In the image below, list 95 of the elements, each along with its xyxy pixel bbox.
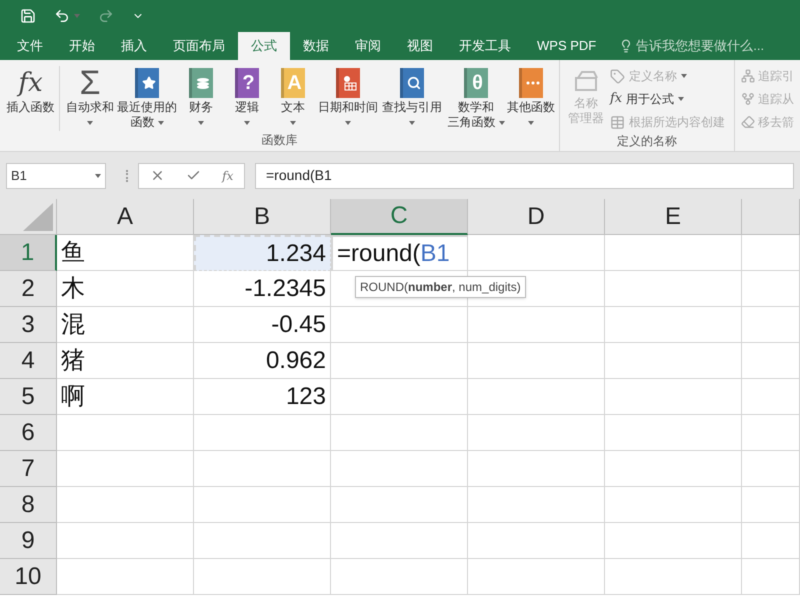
button-label: 自动求和 [66, 100, 114, 115]
ribbon-button[interactable]: θ 数学和 三角函数 [444, 66, 508, 131]
table-cell: -1.2345 [194, 271, 331, 307]
ribbon-tab[interactable]: 审阅 [342, 32, 394, 60]
ribbon-tab[interactable]: 开始 [56, 32, 108, 60]
row-header[interactable]: 3 [0, 307, 57, 343]
column-header[interactable]: A [57, 199, 194, 235]
eraser-icon [741, 115, 755, 129]
table-cell [742, 343, 800, 379]
table-cell: 1.234 [194, 235, 331, 271]
button-label: 数学和 [458, 100, 494, 115]
button-label: 文本 [281, 100, 305, 115]
ribbon-button[interactable]: fx 插入函数 [2, 66, 60, 131]
table-cell [742, 235, 800, 271]
function-icon: fx [18, 67, 43, 99]
save-icon[interactable] [20, 8, 36, 24]
ribbon-tab[interactable]: 数据 [290, 32, 342, 60]
redo-icon[interactable] [98, 8, 114, 24]
cell-reference: B1 [11, 166, 27, 185]
table-icon [610, 114, 625, 130]
tell-me-field[interactable]: 告诉我您想要做什么... [619, 32, 786, 60]
insert-function-icon[interactable]: fx [222, 166, 234, 184]
button-label: 函数 [130, 115, 154, 130]
ribbon-button[interactable]: 最近使用的 函数 [116, 66, 178, 131]
ribbon-button[interactable]: 财务 [178, 66, 224, 131]
caret-icon [74, 14, 80, 18]
table-cell [742, 415, 800, 451]
ribbon-button[interactable]: Σ 自动求和 [64, 66, 116, 131]
table-cell [742, 307, 800, 343]
button-label: 查找与引用 [382, 100, 442, 115]
function-tooltip: ROUND(number, num_digits) [355, 276, 526, 298]
table-cell [742, 523, 800, 559]
row-header[interactable]: 8 [0, 487, 57, 523]
table-cell: 123 [194, 379, 331, 415]
button-label: 插入函数 [6, 100, 54, 115]
button-label: 其他函数 [507, 100, 555, 115]
row-header[interactable]: 10 [0, 559, 57, 595]
button-label: 名称 [574, 96, 598, 111]
column-header[interactable]: D [468, 199, 605, 235]
ribbon-button[interactable]: A 文本 [270, 66, 316, 131]
row-header[interactable]: 5 [0, 379, 57, 415]
undo-icon[interactable] [54, 8, 70, 24]
trace-icon [741, 69, 755, 83]
function-icon: fx [610, 89, 622, 109]
ribbon-button[interactable]: 其他函数 [508, 66, 554, 131]
button-label: 三角函数 [448, 115, 496, 130]
book-icon: A [281, 68, 305, 98]
row-header[interactable]: 1 [0, 235, 57, 271]
ribbon-tab[interactable]: 文件 [4, 32, 56, 60]
name-box[interactable]: B1 [6, 162, 106, 188]
button-label: 最近使用的 [117, 100, 177, 115]
book-icon: ? [235, 68, 259, 98]
tag-icon [610, 68, 625, 84]
cell-reference: B1 [420, 238, 450, 268]
table-cell: 混 [57, 307, 194, 343]
editing-cell[interactable]: =round(B1 [331, 235, 468, 271]
row-header[interactable]: 9 [0, 523, 57, 559]
column-header[interactable]: E [605, 199, 742, 235]
button-label: 日期和时间 [318, 100, 378, 115]
ribbon-tab[interactable]: 页面布局 [160, 32, 238, 60]
ribbon-tab[interactable]: 插入 [108, 32, 160, 60]
caret-icon [95, 174, 101, 178]
table-cell [742, 487, 800, 523]
button-label: 逻辑 [235, 100, 259, 115]
formula-input[interactable]: =round(B1 [255, 162, 794, 188]
row-header[interactable]: 4 [0, 343, 57, 379]
table-cell [742, 451, 800, 487]
ribbon-tab[interactable]: 开发工具 [446, 32, 524, 60]
table-cell: -0.45 [194, 307, 331, 343]
ribbon-button[interactable]: 日期和时间 [316, 66, 380, 131]
row-header[interactable]: 7 [0, 451, 57, 487]
table-cell: 猪 [57, 343, 194, 379]
ribbon-small-button[interactable]: fx 用于公式 [610, 89, 725, 109]
table-cell [742, 379, 800, 415]
column-header[interactable]: C [331, 199, 468, 235]
ribbon-tab[interactable]: 公式 [238, 32, 290, 60]
trace-icon [741, 92, 755, 106]
ribbon-button[interactable]: ? 逻辑 [224, 66, 270, 131]
table-cell: 啊 [57, 379, 194, 415]
group-title: 函数库 [260, 132, 298, 147]
book-icon: θ [464, 68, 488, 98]
row-header[interactable]: 6 [0, 415, 57, 451]
table-cell [742, 271, 800, 307]
button-label: 管理器 [568, 111, 604, 126]
table-cell: 木 [57, 271, 194, 307]
button-label: 财务 [189, 100, 213, 115]
group-title: 定义的名称 [616, 133, 678, 148]
ribbon-tab[interactable]: WPS PDF [524, 32, 610, 60]
table-cell: 0.962 [194, 343, 331, 379]
sigma-icon: Σ [79, 67, 101, 99]
table-cell [742, 559, 800, 595]
row-header[interactable]: 2 [0, 271, 57, 307]
ribbon-tab[interactable]: 视图 [394, 32, 446, 60]
tell-me-input[interactable]: 告诉我您想要做什么... [636, 36, 786, 56]
ribbon-button[interactable]: 查找与引用 [380, 66, 444, 131]
